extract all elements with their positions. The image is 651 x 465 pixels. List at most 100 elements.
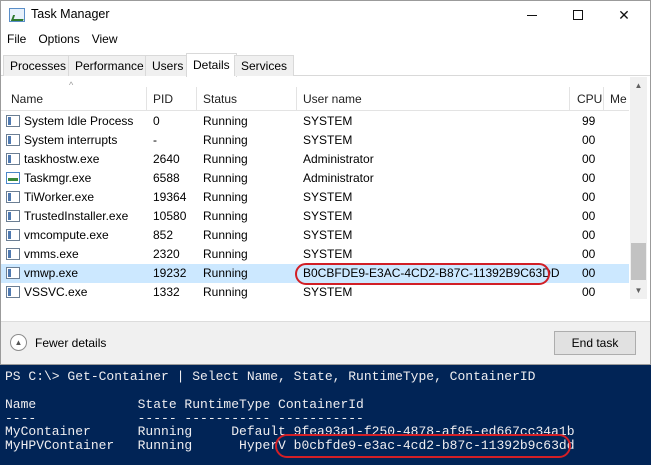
menu-file[interactable]: File: [1, 30, 32, 50]
maximize-icon: [573, 10, 583, 20]
process-status: Running: [203, 171, 248, 185]
system-process-icon: [6, 134, 20, 146]
process-status: Running: [203, 285, 248, 299]
process-user: SYSTEM: [303, 190, 353, 204]
table-row[interactable]: VSSVC.exe 1332 Running SYSTEM 00: [1, 283, 629, 299]
minimize-button[interactable]: [509, 1, 555, 29]
close-button[interactable]: ✕: [601, 1, 647, 29]
process-icon: [6, 210, 20, 222]
end-task-button[interactable]: End task: [554, 331, 636, 355]
table-row[interactable]: TiWorker.exe 19364 Running SYSTEM 00: [1, 188, 629, 207]
process-pid: 10580: [153, 209, 187, 223]
process-status: Running: [203, 152, 248, 166]
scroll-down-icon[interactable]: ▼: [630, 282, 647, 299]
column-header-name[interactable]: Name: [11, 92, 43, 106]
process-pid: 852: [153, 228, 174, 242]
process-status: Running: [203, 114, 248, 128]
table-row[interactable]: taskhostw.exe 2640 Running Administrator…: [1, 150, 629, 169]
process-name: VSSVC.exe: [24, 285, 88, 299]
process-name: taskhostw.exe: [24, 152, 100, 166]
console-header-line: Name State RuntimeType ContainerId: [5, 397, 364, 412]
process-pid: 6588: [153, 171, 180, 185]
process-user: Administrator: [303, 171, 374, 185]
tab-users[interactable]: Users: [145, 55, 191, 76]
task-manager-app-icon: [9, 8, 25, 22]
column-divider[interactable]: [603, 87, 604, 111]
process-user: SYSTEM: [303, 133, 353, 147]
task-manager-window: Task Manager ✕ File Options View Process…: [0, 0, 651, 365]
process-name: vmcompute.exe: [24, 228, 109, 242]
window-title: Task Manager: [31, 7, 110, 21]
process-cpu: 00: [582, 266, 596, 280]
fewer-details-link[interactable]: Fewer details: [35, 336, 106, 350]
process-user: SYSTEM: [303, 114, 353, 128]
column-header-memory[interactable]: Me: [610, 92, 627, 106]
table-row-selected[interactable]: vmwp.exe 19232 Running B0CBFDE9-E3AC-4CD…: [1, 264, 629, 283]
process-status: Running: [203, 133, 248, 147]
process-cpu: 99: [582, 114, 596, 128]
column-header-status[interactable]: Status: [203, 92, 237, 106]
table-row[interactable]: System interrupts - Running SYSTEM 00: [1, 131, 629, 150]
process-icon: [6, 153, 20, 165]
chevron-up-icon[interactable]: ▲: [10, 334, 27, 351]
process-user: SYSTEM: [303, 247, 353, 261]
scrollbar-thumb[interactable]: [631, 243, 646, 280]
process-name: TiWorker.exe: [24, 190, 95, 204]
tab-processes[interactable]: Processes: [3, 55, 74, 76]
process-user: SYSTEM: [303, 285, 353, 299]
process-pid: -: [153, 133, 157, 147]
process-user: B0CBFDE9-E3AC-4CD2-B87C-11392B9C63DD: [303, 266, 560, 280]
process-table: ^ Name PID Status User name CPU Me Syste…: [1, 77, 650, 299]
column-divider[interactable]: [569, 87, 570, 111]
process-status: Running: [203, 247, 248, 261]
process-pid: 2640: [153, 152, 180, 166]
process-cpu: 00: [582, 228, 596, 242]
process-user: SYSTEM: [303, 209, 353, 223]
process-icon: [6, 286, 20, 298]
table-row[interactable]: Taskmgr.exe 6588 Running Administrator 0…: [1, 169, 629, 188]
process-cpu: 00: [582, 209, 596, 223]
tab-services[interactable]: Services: [234, 55, 295, 76]
process-name: TrustedInstaller.exe: [24, 209, 129, 223]
console-output-line: MyContainer Running Default 9fea93a1-f25…: [5, 424, 575, 439]
close-icon: ✕: [618, 6, 630, 23]
table-row[interactable]: vmms.exe 2320 Running SYSTEM 00: [1, 245, 629, 264]
tab-details[interactable]: Details: [186, 53, 237, 77]
process-rows: System Idle Process 0 Running SYSTEM 99 …: [1, 112, 629, 299]
process-cpu: 00: [582, 285, 596, 299]
table-row[interactable]: vmcompute.exe 852 Running SYSTEM 00: [1, 226, 629, 245]
process-icon: [6, 229, 20, 241]
maximize-button[interactable]: [555, 1, 601, 29]
process-cpu: 00: [582, 152, 596, 166]
column-divider[interactable]: [296, 87, 297, 111]
process-cpu: 00: [582, 171, 596, 185]
process-status: Running: [203, 266, 248, 280]
console-output-line: MyHPVContainer Running HyperV b0cbfde9-e…: [5, 438, 575, 453]
tab-performance[interactable]: Performance: [68, 55, 151, 76]
column-header-user-name[interactable]: User name: [303, 92, 362, 106]
vertical-scrollbar[interactable]: ▲ ▼: [630, 77, 647, 299]
process-status: Running: [203, 190, 248, 204]
footer-bar: ▲ Fewer details End task: [1, 321, 650, 364]
process-icon: [6, 267, 20, 279]
process-pid: 1332: [153, 285, 180, 299]
column-divider[interactable]: [196, 87, 197, 111]
process-name: Taskmgr.exe: [24, 171, 92, 185]
scroll-up-icon[interactable]: ▲: [630, 77, 647, 94]
table-row[interactable]: TrustedInstaller.exe 10580 Running SYSTE…: [1, 207, 629, 226]
process-cpu: 00: [582, 133, 596, 147]
process-cpu: 00: [582, 190, 596, 204]
column-header-pid[interactable]: PID: [153, 92, 173, 106]
menu-view[interactable]: View: [86, 30, 124, 50]
process-pid: 0: [153, 114, 160, 128]
process-cpu: 00: [582, 247, 596, 261]
column-divider[interactable]: [146, 87, 147, 111]
menu-bar: File Options View: [1, 30, 124, 50]
title-bar[interactable]: Task Manager ✕: [1, 1, 650, 29]
table-row[interactable]: System Idle Process 0 Running SYSTEM 99: [1, 112, 629, 131]
menu-options[interactable]: Options: [32, 30, 85, 50]
task-manager-icon: [6, 172, 20, 184]
column-header-cpu[interactable]: CPU: [577, 92, 602, 106]
table-header: ^ Name PID Status User name CPU Me: [1, 77, 629, 111]
powershell-console[interactable]: PS C:\> Get-Container | Select Name, Sta…: [0, 365, 651, 465]
